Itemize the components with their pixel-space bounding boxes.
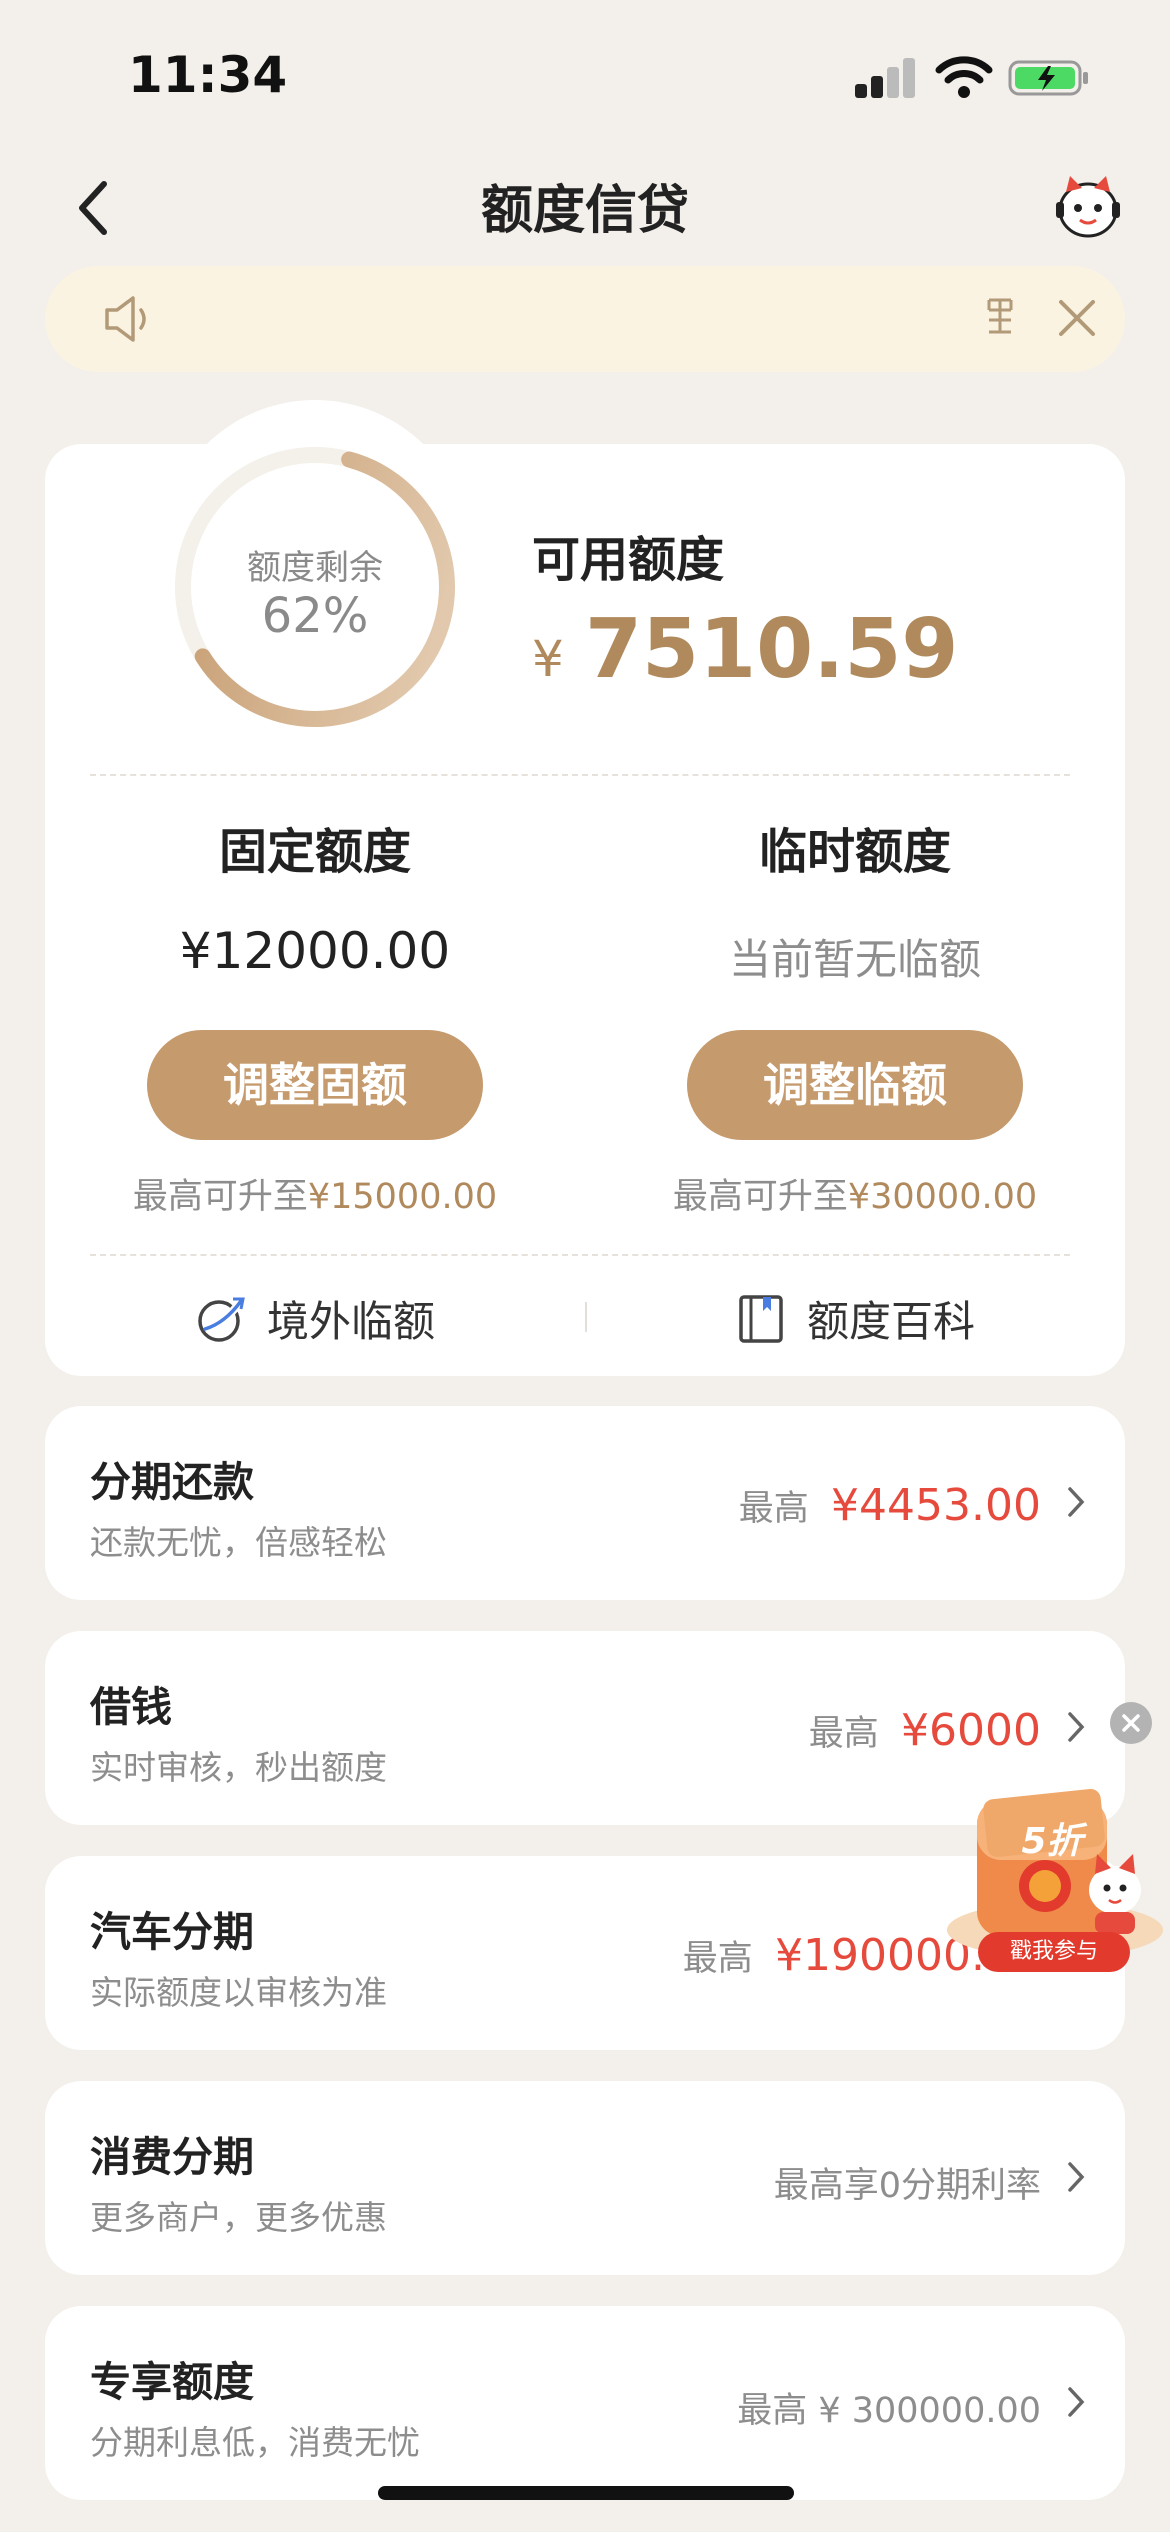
available-credit-label: 可用额度	[532, 532, 725, 588]
row-subtitle: 分期利息低，消费无忧	[90, 2423, 420, 2462]
ring-percent: 62%	[261, 588, 369, 644]
notice-marquee-fragment	[985, 294, 1015, 347]
adjust-temp-button[interactable]: 调整临额	[687, 1030, 1023, 1140]
row-limit: 最高 ¥ 300000.00	[737, 2391, 1041, 2431]
fixed-credit-amount: ¥12000.00	[179, 922, 451, 980]
fixed-credit-hint: 最高可升至¥15000.00	[132, 1177, 498, 1217]
row-limit: 最高 ¥4453.00	[738, 1480, 1041, 1531]
close-notice-icon[interactable]	[1045, 286, 1109, 350]
row-title: 专享额度	[90, 2358, 254, 2406]
temp-credit-hint: 最高可升至¥30000.00	[672, 1177, 1038, 1217]
page-title: 额度信贷	[480, 181, 689, 241]
row-title: 汽车分期	[90, 1908, 254, 1956]
promo-close-button[interactable]	[1110, 1702, 1152, 1744]
marquee-glyph-icon	[987, 298, 1013, 334]
speaker-icon	[105, 296, 146, 342]
available-credit-amount: 7510.59	[585, 602, 959, 697]
row-title: 消费分期	[90, 2133, 254, 2181]
globe-plane-icon	[198, 1297, 245, 1342]
promo-discount: 5折	[1021, 1821, 1083, 1862]
row-subtitle: 还款无忧，倍感轻松	[90, 1523, 387, 1562]
promo-cta[interactable]: 戳我参与	[978, 1932, 1130, 1972]
row-subtitle: 更多商户，更多优惠	[90, 2198, 387, 2237]
status-time: 11:34	[128, 46, 288, 104]
mascot-service-icon[interactable]	[1052, 172, 1124, 242]
credit-wiki-link[interactable]: 额度百科	[735, 1288, 975, 1349]
row-limit: 最高享0分期利率	[773, 2166, 1041, 2206]
currency-symbol: ¥	[532, 630, 564, 688]
fixed-credit-title: 固定额度	[218, 824, 411, 880]
adjust-fixed-button[interactable]: 调整固额	[147, 1030, 483, 1140]
product-row-exclusive-credit[interactable]: 专享额度 分期利息低，消费无忧 最高 ¥ 300000.00	[45, 2306, 1125, 2500]
row-limit: 最高 ¥6000	[808, 1705, 1041, 1756]
notice-bar[interactable]	[45, 266, 1125, 372]
row-title: 借钱	[90, 1683, 172, 1731]
product-row-installment-repay[interactable]: 分期还款 还款无忧，倍感轻松 最高 ¥4453.00	[45, 1406, 1125, 1600]
overseas-temp-credit-link[interactable]: 境外临额	[195, 1288, 435, 1349]
chevron-right-icon	[1068, 2387, 1085, 2417]
wifi-icon	[935, 56, 993, 98]
chevron-right-icon	[1068, 1712, 1085, 1742]
row-title: 分期还款	[90, 1458, 254, 1506]
chevron-right-icon	[1068, 2162, 1085, 2192]
product-row-consumer-installment[interactable]: 消费分期 更多商户，更多优惠 最高享0分期利率	[45, 2081, 1125, 2275]
cellular-signal-icon	[855, 58, 917, 98]
close-icon	[1122, 1714, 1140, 1732]
temp-credit-status: 当前暂无临额	[728, 935, 981, 984]
link-separator	[585, 1302, 587, 1332]
book-icon	[739, 1294, 783, 1343]
row-subtitle: 实时审核，秒出额度	[90, 1748, 387, 1787]
ring-label: 额度剩余	[247, 548, 383, 588]
chevron-right-icon	[1068, 1487, 1085, 1517]
home-indicator	[378, 2486, 794, 2500]
battery-charging-icon	[1008, 60, 1088, 96]
divider	[90, 774, 1070, 776]
divider	[90, 1254, 1070, 1256]
temp-credit-title: 临时额度	[758, 824, 951, 880]
row-subtitle: 实际额度以审核为准	[90, 1973, 387, 2012]
